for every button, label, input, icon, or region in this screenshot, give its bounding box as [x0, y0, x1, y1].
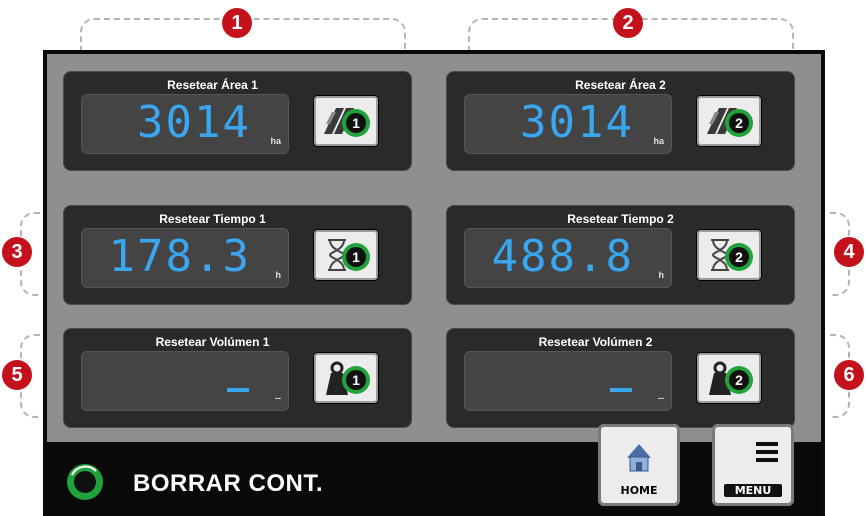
reset-volume-2-button[interactable]: 2: [697, 353, 761, 403]
badge-1: 1: [352, 115, 360, 131]
area-reset-icon: 1: [324, 108, 370, 137]
time-2-display: 488.8 h: [464, 228, 672, 288]
home-icon: [627, 444, 651, 472]
panel-title: Resetear Área 1: [167, 78, 258, 92]
reset-counters-icon: [66, 463, 104, 501]
panel-title: Resetear Tiempo 1: [159, 212, 266, 226]
badge-2: 2: [735, 115, 743, 131]
panel-reset-area-1: Resetear Área 1 3014 ha 1: [63, 71, 412, 171]
marker-2: 2: [613, 8, 643, 38]
hourglass-reset-icon: 1: [328, 239, 370, 271]
page-title: BORRAR CONT.: [133, 470, 323, 497]
panel-title: Resetear Volúmen 1: [155, 335, 270, 349]
marker-1: 1: [222, 8, 252, 38]
volume-2-unit: --: [658, 393, 664, 403]
menu-button[interactable]: MENU: [712, 424, 794, 506]
reset-time-2-button[interactable]: 2: [697, 230, 761, 280]
area-reset-icon: 2: [707, 108, 753, 137]
panel-reset-volume-1: Resetear Volúmen 1 -- 1: [63, 328, 412, 428]
badge-1: 1: [352, 249, 360, 265]
reset-time-1-button[interactable]: 1: [314, 230, 378, 280]
time-1-unit: h: [275, 270, 282, 280]
badge-2: 2: [735, 249, 743, 265]
menu-icon: [756, 442, 778, 462]
marker-4: 4: [834, 237, 864, 267]
area-2-display: 3014 ha: [464, 94, 672, 154]
panel-title: Resetear Volúmen 2: [538, 335, 653, 349]
area-2-value: 3014: [520, 97, 634, 148]
badge-2: 2: [735, 372, 743, 388]
home-label: HOME: [620, 484, 658, 497]
reset-area-2-button[interactable]: 2: [697, 96, 761, 146]
marker-3: 3: [2, 237, 32, 267]
marker-6: 6: [834, 360, 864, 390]
reset-volume-1-button[interactable]: 1: [314, 353, 378, 403]
weight-reset-icon: 1: [326, 361, 370, 395]
volume-1-unit: --: [275, 393, 281, 403]
badge-1: 1: [352, 372, 360, 388]
volume-1-dash: [227, 388, 249, 392]
panel-reset-time-1: Resetear Tiempo 1 178.3 h 1: [63, 205, 412, 305]
panel-title: Resetear Tiempo 2: [567, 212, 674, 226]
reset-area-1-button[interactable]: 1: [314, 96, 378, 146]
area-1-value: 3014: [137, 97, 251, 148]
volume-2-dash: [610, 388, 632, 392]
home-button[interactable]: HOME: [598, 424, 680, 506]
marker-5: 5: [2, 360, 32, 390]
time-2-unit: h: [658, 270, 665, 280]
panel-title: Resetear Área 2: [575, 78, 666, 92]
time-1-display: 178.3 h: [81, 228, 289, 288]
panel-reset-area-2: Resetear Área 2 3014 ha 2: [446, 71, 795, 171]
weight-reset-icon: 2: [709, 361, 753, 395]
area-1-display: 3014 ha: [81, 94, 289, 154]
area-2-unit: ha: [653, 136, 664, 146]
area-1-unit: ha: [270, 136, 281, 146]
hourglass-reset-icon: 2: [711, 239, 753, 271]
volume-1-display: --: [81, 351, 289, 411]
volume-2-display: --: [464, 351, 672, 411]
panel-reset-time-2: Resetear Tiempo 2 488.8 h 2: [446, 205, 795, 305]
time-2-value: 488.8: [491, 231, 634, 282]
menu-label: MENU: [724, 484, 782, 497]
panel-reset-volume-2: Resetear Volúmen 2 -- 2: [446, 328, 795, 428]
time-1-value: 178.3: [108, 231, 251, 282]
